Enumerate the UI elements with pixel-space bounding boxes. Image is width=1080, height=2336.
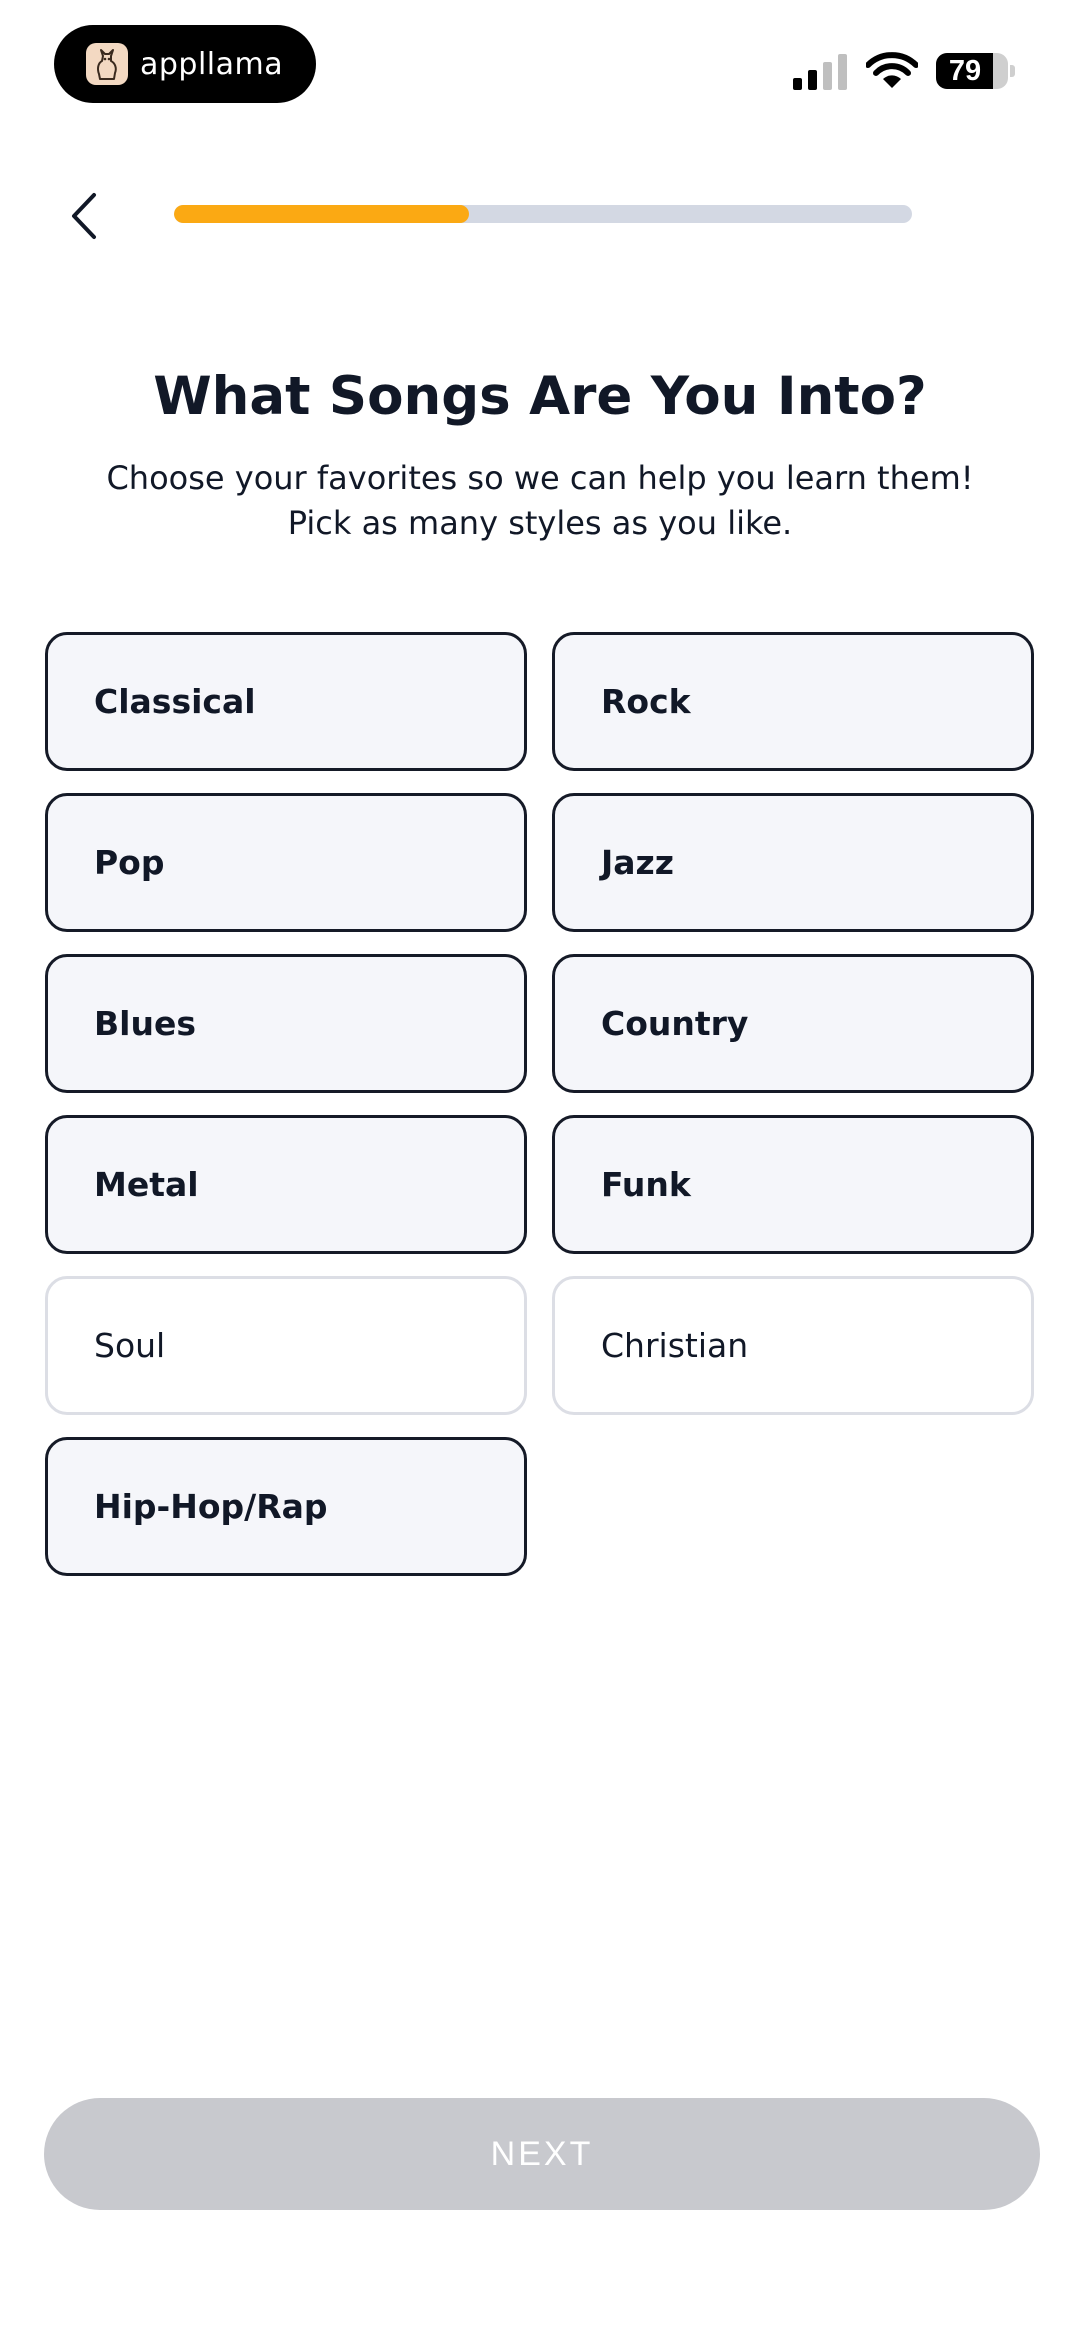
- app-pill[interactable]: appllama: [54, 25, 316, 103]
- genre-option-christian[interactable]: Christian: [552, 1276, 1034, 1415]
- genre-label: Soul: [94, 1326, 166, 1365]
- genre-option-metal[interactable]: Metal: [45, 1115, 527, 1254]
- page-subtitle: Choose your favorites so we can help you…: [106, 459, 974, 542]
- genre-label: Metal: [94, 1165, 199, 1204]
- genre-label: Classical: [94, 682, 256, 721]
- signal-bar: [793, 78, 802, 90]
- battery-body: 79: [936, 53, 1008, 89]
- genre-label: Country: [601, 1004, 749, 1043]
- genre-label: Rock: [601, 682, 691, 721]
- signal-bar: [838, 54, 847, 90]
- page-title: What Songs Are You Into?: [153, 366, 927, 427]
- app-name: appllama: [140, 46, 284, 82]
- genre-option-soul[interactable]: Soul: [45, 1276, 527, 1415]
- genre-option-country[interactable]: Country: [552, 954, 1034, 1093]
- progress-bar-fill: [174, 205, 470, 223]
- genre-option-blues[interactable]: Blues: [45, 954, 527, 1093]
- signal-bar: [823, 62, 832, 90]
- signal-bar: [808, 70, 817, 90]
- genre-option-pop[interactable]: Pop: [45, 793, 527, 932]
- genre-label: Blues: [94, 1004, 196, 1043]
- chevron-left-icon: [72, 193, 96, 239]
- cellular-signal-icon: [793, 54, 847, 90]
- next-button[interactable]: NEXT: [44, 2098, 1040, 2210]
- genre-label: Funk: [601, 1165, 691, 1204]
- battery-level: 79: [948, 54, 982, 87]
- genre-option-jazz[interactable]: Jazz: [552, 793, 1034, 932]
- llama-logo-icon: [86, 43, 128, 85]
- genre-label: Pop: [94, 843, 165, 882]
- back-button[interactable]: [56, 184, 112, 248]
- progress-bar: [174, 205, 912, 223]
- genre-option-rock[interactable]: Rock: [552, 632, 1034, 771]
- genre-option-funk[interactable]: Funk: [552, 1115, 1034, 1254]
- genre-label: Christian: [601, 1326, 749, 1365]
- wifi-icon: [866, 52, 918, 88]
- genre-label: Hip-Hop/Rap: [94, 1487, 328, 1526]
- battery-nub: [1010, 65, 1015, 77]
- genre-option-classical[interactable]: Classical: [45, 632, 527, 771]
- status-bar: appllama 79: [0, 0, 1080, 110]
- genre-option-hip-hop-rap[interactable]: Hip-Hop/Rap: [45, 1437, 527, 1576]
- battery-icon: 79: [936, 53, 1016, 89]
- genre-label: Jazz: [601, 843, 674, 882]
- genre-grid: Classical Rock Pop Jazz Blues Country Me…: [45, 632, 1035, 1576]
